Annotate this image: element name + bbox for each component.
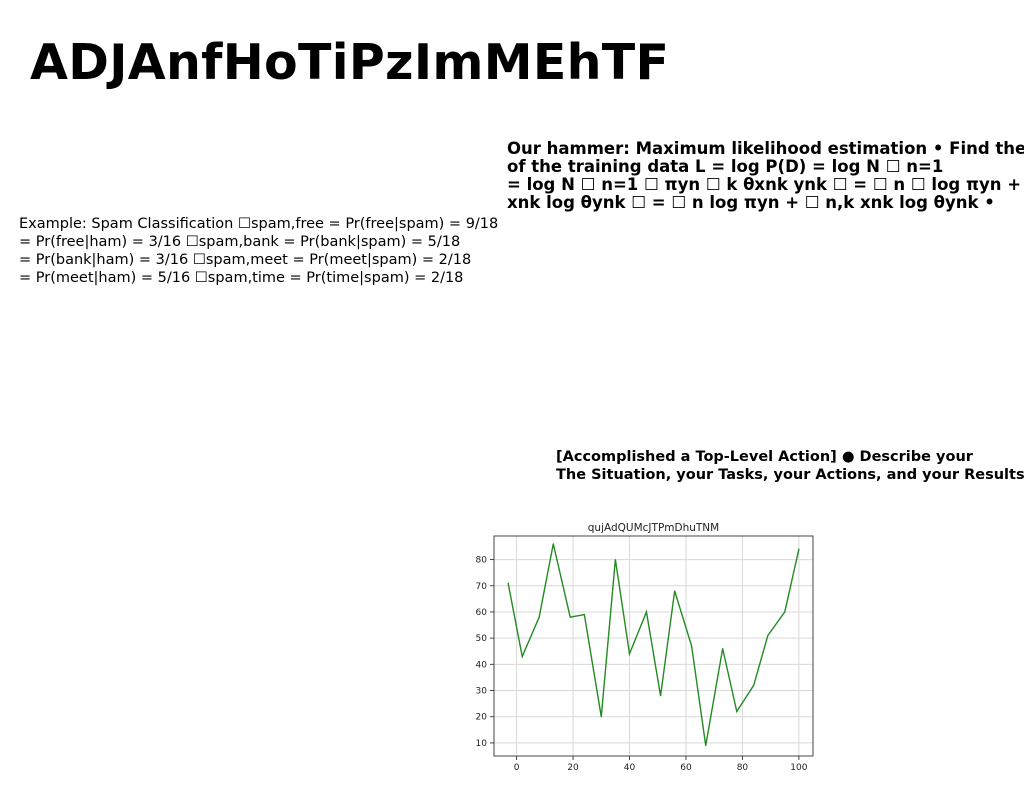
data-point	[691, 645, 693, 647]
line-chart: qujAdQUMcJTPmDhuTNM 0 20 40 60 80 100 10 20 30 40 5…	[476, 522, 814, 773]
x-tick-label: 100	[790, 763, 807, 773]
data-point	[753, 684, 755, 686]
chart-title: qujAdQUMcJTPmDhuTNM	[588, 522, 719, 534]
x-tick-label: 80	[737, 763, 749, 773]
y-tick-label: 40	[476, 660, 488, 670]
data-point	[628, 653, 631, 655]
data-point	[736, 710, 738, 713]
spam-text-block: Example: Spam Classification ☐spam,free …	[19, 215, 498, 287]
y-tick-label: 50	[476, 634, 488, 644]
data-point	[705, 744, 707, 747]
data-point	[600, 716, 602, 718]
y-tick-label: 30	[476, 687, 488, 697]
x-tick-label: 40	[624, 763, 636, 773]
data-point	[767, 634, 769, 637]
y-tick-label: 70	[476, 582, 488, 592]
series-line-1	[507, 543, 800, 746]
data-point	[538, 616, 540, 618]
mle-line-4: xnk log θynk ☐ = ☐ n log πyn + ☐ n,k xnk…	[507, 193, 995, 212]
y-tick-label: 20	[476, 713, 488, 723]
data-point	[614, 558, 616, 561]
data-point	[521, 655, 523, 658]
star-text-block: [Accomplished a Top-Level Action] ● Desc…	[556, 448, 1024, 484]
spam-line-2: = Pr(free|ham) = 3/16 ☐spam,bank = Pr(ba…	[19, 234, 461, 250]
data-point	[583, 613, 585, 616]
spam-line-1: Example: Spam Classification ☐spam,free …	[19, 216, 499, 232]
data-point	[722, 648, 724, 650]
y-tick-label: 60	[476, 608, 488, 618]
star-line-1: [Accomplished a Top-Level Action] ● Desc…	[556, 449, 973, 465]
x-tick-label: 20	[567, 763, 579, 773]
data-point	[674, 590, 676, 592]
spam-line-3: = Pr(bank|ham) = 3/16 ☐spam,meet = Pr(me…	[19, 252, 472, 268]
page-title: ADJAnfHoTiPzImMEhTF	[30, 34, 670, 91]
y-tick-label: 80	[476, 556, 488, 566]
data-point	[645, 611, 648, 613]
data-point	[552, 543, 554, 545]
y-tick-label: 10	[476, 739, 488, 749]
spam-line-4: = Pr(meet|ham) = 5/16 ☐spam,time = Pr(ti…	[19, 270, 464, 286]
mle-line-1: Our hammer: Maximum likelihood estimatio…	[507, 139, 1024, 158]
mle-text-block: Our hammer: Maximum likelihood estimatio…	[507, 140, 1024, 212]
x-tick-label: 60	[680, 763, 692, 773]
data-point	[659, 695, 662, 697]
mle-line-3: = log N ☐ n=1 ☐ πyn ☐ k θxnk ynk ☐ = ☐ n…	[507, 175, 1024, 194]
data-point	[569, 616, 571, 618]
star-line-2: The Situation, your Tasks, your Actions,…	[556, 467, 1024, 483]
x-tick-label: 0	[514, 763, 520, 773]
data-point	[798, 548, 800, 550]
data-point	[784, 611, 786, 613]
mle-line-2: of the training data L = log P(D) = log …	[507, 157, 944, 176]
data-point	[507, 582, 509, 584]
